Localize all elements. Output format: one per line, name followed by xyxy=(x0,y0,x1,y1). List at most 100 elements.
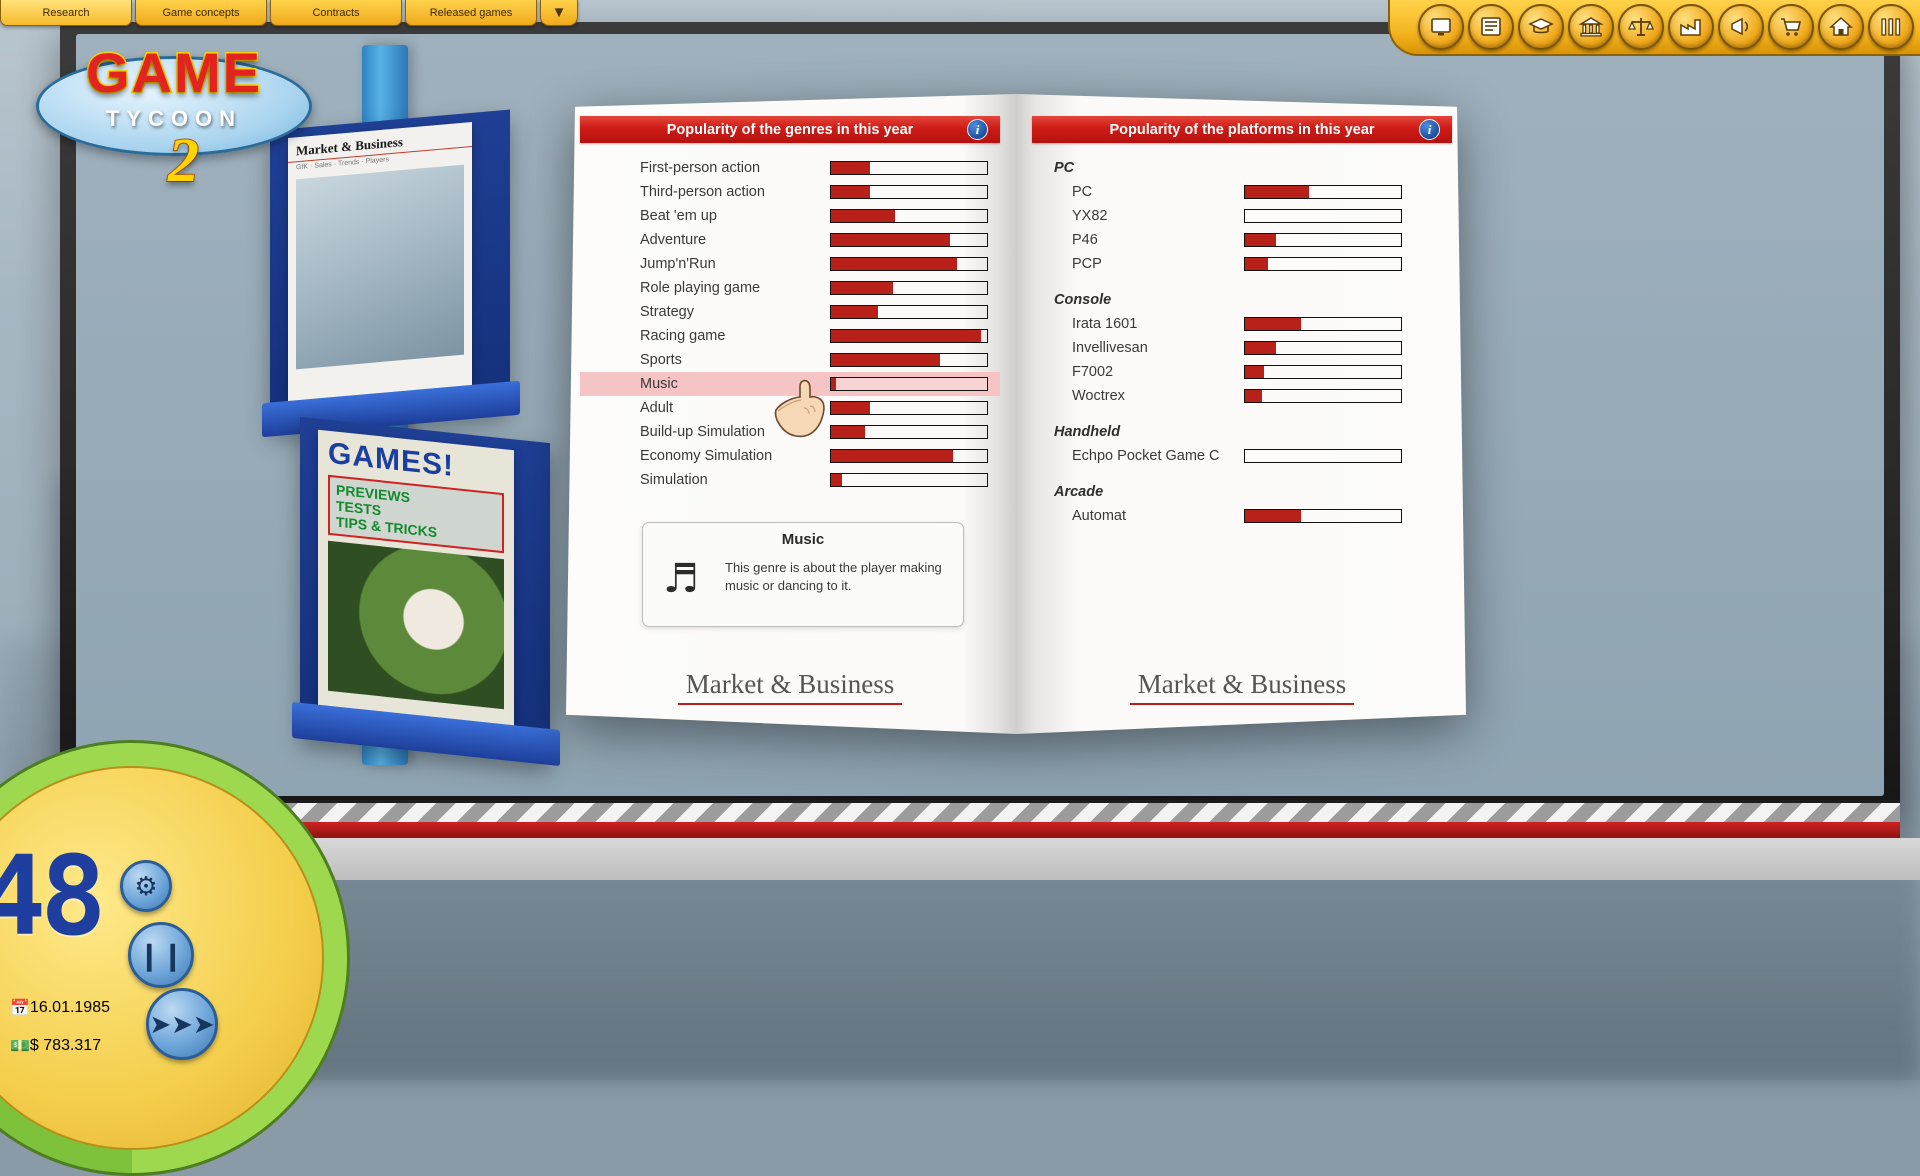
genre-row[interactable]: Racing game xyxy=(580,324,1000,348)
platform-row[interactable]: Woctrex xyxy=(1032,384,1452,408)
platform-group-heading: Handheld xyxy=(1032,420,1452,444)
main-nav-icon-bar xyxy=(1388,0,1920,56)
genre-row[interactable]: Music xyxy=(580,372,1000,396)
genre-row[interactable]: Strategy xyxy=(580,300,1000,324)
genre-info-description: This genre is about the player making mu… xyxy=(725,559,949,594)
platform-label: PC xyxy=(1072,184,1244,200)
genres-banner-label: Popularity of the genres in this year xyxy=(667,122,914,138)
platform-popularity-track xyxy=(1244,341,1402,355)
platform-row[interactable]: PC xyxy=(1032,180,1452,204)
genre-label: Economy Simulation xyxy=(640,448,830,464)
platform-group-heading: Console xyxy=(1032,288,1452,312)
platform-group-heading: PC xyxy=(1032,156,1452,180)
platform-popularity-track xyxy=(1244,209,1402,223)
genre-label: Build-up Simulation xyxy=(640,424,830,440)
monitor-icon[interactable] xyxy=(1418,4,1464,50)
tab-released-games[interactable]: Released games xyxy=(405,0,537,26)
shopping-cart-icon[interactable] xyxy=(1768,4,1814,50)
genre-row[interactable]: Beat 'em up xyxy=(580,204,1000,228)
balance-icon[interactable] xyxy=(1618,4,1664,50)
chevron-down-icon[interactable]: ▼ xyxy=(540,0,578,26)
genre-label: Beat 'em up xyxy=(640,208,830,224)
genre-row[interactable]: Sports xyxy=(580,348,1000,372)
pause-button[interactable]: ❙❙ xyxy=(128,922,194,988)
genre-popularity-fill xyxy=(831,234,950,246)
genre-popularity-fill xyxy=(831,162,870,174)
genre-row[interactable]: Jump'n'Run xyxy=(580,252,1000,276)
genre-label: Strategy xyxy=(640,304,830,320)
platform-group-spacer xyxy=(1032,408,1452,420)
fast-forward-button[interactable]: ➤➤➤ xyxy=(146,988,218,1060)
genres-info-icon[interactable]: i xyxy=(967,119,988,140)
genre-row[interactable]: Simulation xyxy=(580,468,1000,492)
genre-row[interactable]: First-person action xyxy=(580,156,1000,180)
platform-label: PCP xyxy=(1072,256,1244,272)
genre-info-card: Music ♬ This genre is about the player m… xyxy=(642,522,964,627)
tab-contracts[interactable]: Contracts xyxy=(270,0,402,26)
tab-label: Contracts xyxy=(312,7,359,19)
platform-popularity-fill xyxy=(1245,186,1309,198)
tab-label: Released games xyxy=(430,7,513,19)
bank-icon[interactable] xyxy=(1568,4,1614,50)
genre-label: Music xyxy=(640,376,830,392)
platform-popularity-track xyxy=(1244,317,1402,331)
tab-research[interactable]: Research xyxy=(0,0,132,26)
platform-label: P46 xyxy=(1072,232,1244,248)
genre-popularity-fill xyxy=(831,378,836,390)
genre-popularity-track xyxy=(830,281,988,295)
genre-row[interactable]: Role playing game xyxy=(580,276,1000,300)
platform-row[interactable]: F7002 xyxy=(1032,360,1452,384)
megaphone-icon[interactable] xyxy=(1718,4,1764,50)
genre-popularity-track xyxy=(830,425,988,439)
graduation-icon[interactable] xyxy=(1518,4,1564,50)
platform-popularity-track xyxy=(1244,233,1402,247)
platform-label: Irata 1601 xyxy=(1072,316,1244,332)
music-note-icon: ♬ xyxy=(663,559,713,607)
genre-row[interactable]: Third-person action xyxy=(580,180,1000,204)
platform-row[interactable]: YX82 xyxy=(1032,204,1452,228)
genre-popularity-track xyxy=(830,185,988,199)
platforms-info-icon[interactable]: i xyxy=(1419,119,1440,140)
platform-popularity-fill xyxy=(1245,258,1268,270)
tab-game-concepts[interactable]: Game concepts xyxy=(135,0,267,26)
genre-row[interactable]: Build-up Simulation xyxy=(580,420,1000,444)
platform-row[interactable]: Echpo Pocket Game C xyxy=(1032,444,1452,468)
platforms-page: Popularity of the platforms in this year… xyxy=(1018,94,1466,734)
platform-label: Automat xyxy=(1072,508,1244,524)
platform-label: YX82 xyxy=(1072,208,1244,224)
genre-row[interactable]: Economy Simulation xyxy=(580,444,1000,468)
genre-popularity-track xyxy=(830,161,988,175)
platform-label: Echpo Pocket Game C xyxy=(1072,448,1244,464)
platform-popularity-fill xyxy=(1245,366,1264,378)
magazine1-photo xyxy=(296,165,464,370)
platform-popularity-track xyxy=(1244,257,1402,271)
settings-gear-button[interactable]: ⚙ xyxy=(120,860,172,912)
genre-row[interactable]: Adventure xyxy=(580,228,1000,252)
genre-popularity-fill xyxy=(831,426,865,438)
platform-label: Woctrex xyxy=(1072,388,1244,404)
platform-group-spacer xyxy=(1032,468,1452,480)
genre-label: Role playing game xyxy=(640,280,830,296)
genre-popularity-track xyxy=(830,209,988,223)
genre-label: Adventure xyxy=(640,232,830,248)
platform-row[interactable]: P46 xyxy=(1032,228,1452,252)
platform-row[interactable]: Automat xyxy=(1032,504,1452,528)
news-icon[interactable] xyxy=(1468,4,1514,50)
home-icon[interactable] xyxy=(1818,4,1864,50)
genre-popularity-track xyxy=(830,473,988,487)
platform-row[interactable]: Irata 1601 xyxy=(1032,312,1452,336)
genre-popularity-fill xyxy=(831,258,957,270)
genre-popularity-fill xyxy=(831,210,895,222)
factory-icon[interactable] xyxy=(1668,4,1714,50)
genres-banner: Popularity of the genres in this year i xyxy=(580,116,1000,143)
genre-popularity-fill xyxy=(831,330,981,342)
platform-popularity-fill xyxy=(1245,318,1301,330)
platform-row[interactable]: PCP xyxy=(1032,252,1452,276)
menu-icon[interactable] xyxy=(1868,4,1914,50)
genre-label: Jump'n'Run xyxy=(640,256,830,272)
platform-popularity-track xyxy=(1244,185,1402,199)
genre-label: Adult xyxy=(640,400,830,416)
platform-row[interactable]: Invellivesan xyxy=(1032,336,1452,360)
genre-row[interactable]: Adult xyxy=(580,396,1000,420)
money-icon: 💵 xyxy=(10,1036,30,1056)
